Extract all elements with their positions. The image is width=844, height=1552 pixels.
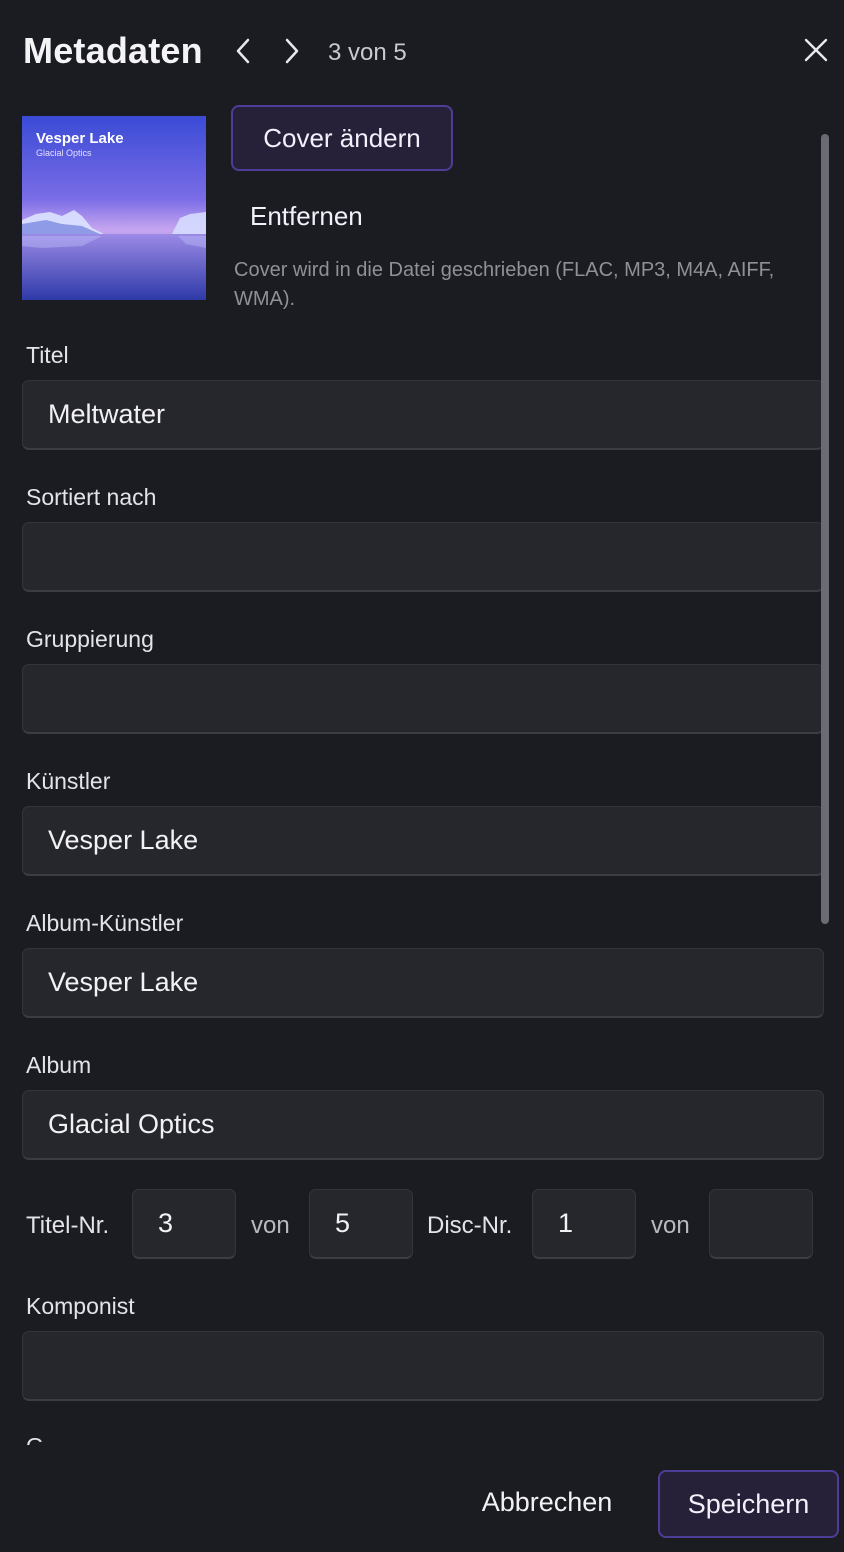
album-label: Album <box>26 1052 92 1078</box>
dialog-title: Metadaten <box>23 30 203 71</box>
cancel-button[interactable]: Abbrechen <box>462 1469 632 1535</box>
scrollbar-thumb[interactable] <box>821 134 829 924</box>
album-artist-input[interactable]: Vesper Lake <box>22 948 824 1018</box>
next-track-button[interactable] <box>278 34 306 68</box>
artist-input[interactable]: Vesper Lake <box>22 806 824 876</box>
album-input[interactable]: Glacial Optics <box>22 1090 824 1160</box>
track-number-label: Titel-Nr. <box>26 1212 110 1239</box>
disc-of-label: von <box>651 1212 690 1239</box>
artist-label: Künstler <box>26 768 111 794</box>
disc-total-input[interactable] <box>709 1189 813 1259</box>
cover-art-subtitle: Glacial Optics <box>36 148 92 158</box>
album-cover: Vesper Lake Glacial Optics <box>22 116 206 300</box>
genre-label: G <box>26 1433 44 1445</box>
change-cover-button[interactable]: Cover ändern <box>231 105 453 171</box>
title-input[interactable]: Meltwater <box>22 380 824 450</box>
track-total-input[interactable]: 5 <box>309 1189 413 1259</box>
composer-label: Komponist <box>26 1293 135 1319</box>
composer-input[interactable] <box>22 1331 824 1401</box>
chevron-right-icon <box>285 38 299 64</box>
cover-art-title: Vesper Lake <box>36 130 124 147</box>
close-button[interactable] <box>800 34 832 66</box>
album-artist-label: Album-Künstler <box>26 910 184 936</box>
metadata-form[interactable]: Vesper Lake Glacial Optics Cover ändern … <box>0 100 844 1445</box>
remove-cover-button[interactable]: Entfernen <box>234 188 379 244</box>
disc-number-label: Disc-Nr. <box>427 1212 513 1239</box>
chevron-left-icon <box>236 38 250 64</box>
sort-by-label: Sortiert nach <box>26 484 157 510</box>
track-number-input[interactable]: 3 <box>132 1189 236 1259</box>
cover-hint-text: Cover wird in die Datei geschrieben (FLA… <box>234 259 775 310</box>
track-of-label: von <box>251 1212 290 1239</box>
previous-track-button[interactable] <box>229 34 257 68</box>
save-button[interactable]: Speichern <box>658 1470 839 1538</box>
grouping-input[interactable] <box>22 664 824 734</box>
grouping-label: Gruppierung <box>26 626 154 652</box>
track-counter: 3 von 5 <box>328 39 407 66</box>
dialog-header: Metadaten 3 von 5 <box>0 0 844 100</box>
title-label: Titel <box>26 342 69 368</box>
sort-by-input[interactable] <box>22 522 824 592</box>
close-icon <box>804 38 828 62</box>
disc-number-input[interactable]: 1 <box>532 1189 636 1259</box>
dialog-footer: Abbrechen Speichern <box>0 1445 844 1552</box>
